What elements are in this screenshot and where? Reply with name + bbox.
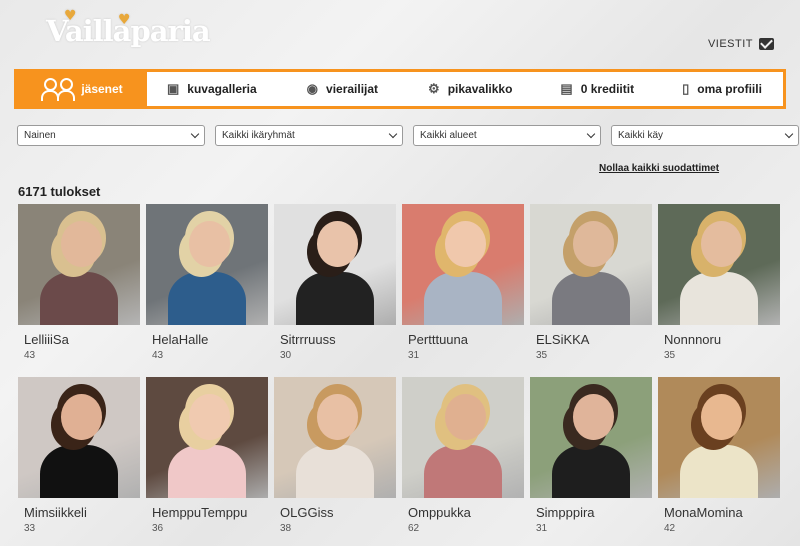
eye-icon: ◉ [306, 81, 319, 96]
member-age: 33 [24, 523, 36, 534]
messages-link[interactable]: VIESTIT [708, 38, 774, 50]
member-card[interactable]: HemppuTemppu 36 [146, 377, 268, 541]
member-name[interactable]: Pertttuuna [402, 332, 524, 347]
gear-icon: ⚙ [428, 81, 440, 96]
nav-label: 0 krediitit [580, 82, 635, 96]
nav-label: pikavalikko [447, 82, 513, 96]
profile-icon: ▯ [682, 81, 690, 96]
member-card[interactable]: MonaMomina 42 [658, 377, 780, 541]
member-age: 62 [408, 523, 420, 534]
select-value: Kaikki ikäryhmät [222, 130, 295, 141]
member-photo[interactable] [658, 377, 780, 498]
results-count: 6171 tulokset [18, 184, 101, 199]
member-age: 38 [280, 523, 292, 534]
member-card[interactable]: OLGGiss 38 [274, 377, 396, 541]
member-photo[interactable] [402, 377, 524, 498]
chevron-down-icon [586, 129, 596, 139]
member-card[interactable]: Mimsiikkeli 33 [18, 377, 140, 541]
member-name[interactable]: Simpppira [530, 505, 652, 520]
nav-label: jäsenet [81, 82, 123, 96]
member-photo[interactable] [18, 377, 140, 498]
member-photo[interactable] [146, 377, 268, 498]
member-card[interactable]: ELSiKKA 35 [530, 204, 652, 368]
member-photo[interactable] [530, 377, 652, 498]
nav-label: vierailijat [326, 82, 379, 96]
visit-select[interactable]: Kaikki käy [611, 125, 799, 146]
member-age: 42 [664, 523, 676, 534]
select-value: Nainen [24, 130, 56, 141]
people-icon [41, 78, 76, 101]
chevron-down-icon [784, 129, 794, 139]
coins-icon: ▤ [560, 81, 573, 96]
member-name[interactable]: OLGGiss [274, 505, 396, 520]
member-name[interactable]: MonaMomina [658, 505, 780, 520]
member-card[interactable]: Omppukka 62 [402, 377, 524, 541]
member-photo[interactable] [274, 377, 396, 498]
member-photo[interactable] [274, 204, 396, 325]
member-photo[interactable] [530, 204, 652, 325]
member-age: 35 [664, 350, 676, 361]
member-name[interactable]: HelaHalle [146, 332, 268, 347]
member-age: 30 [280, 350, 292, 361]
nav-label: kuvagalleria [187, 82, 257, 96]
age-select[interactable]: Kaikki ikäryhmät [215, 125, 403, 146]
gallery-icon: ▣ [167, 81, 180, 96]
member-age: 43 [24, 350, 36, 361]
region-select[interactable]: Kaikki alueet [413, 125, 601, 146]
nav-tab-visitors[interactable]: ◉ vierailijat [291, 72, 394, 106]
member-age: 36 [152, 523, 164, 534]
member-name[interactable]: Mimsiikkeli [18, 505, 140, 520]
envelope-icon [759, 38, 774, 50]
member-card[interactable]: LelliiiSa 43 [18, 204, 140, 368]
nav-tab-gallery[interactable]: ▣ kuvagalleria [151, 72, 273, 106]
member-card[interactable]: Sitrrruuss 30 [274, 204, 396, 368]
member-age: 31 [536, 523, 548, 534]
nav-tab-members[interactable]: jäsenet [17, 72, 147, 106]
gender-select[interactable]: Nainen [17, 125, 205, 146]
member-name[interactable]: Omppukka [402, 505, 524, 520]
nav-label: oma profiili [697, 82, 762, 96]
reset-filters-link[interactable]: Nollaa kaikki suodattimet [599, 163, 719, 174]
messages-label: VIESTIT [707, 38, 753, 50]
member-grid: LelliiiSa 43 HelaHalle 43 Sitrrruuss 30 Per… [18, 204, 780, 541]
member-age: 31 [408, 350, 420, 361]
filter-bar: Nainen Kaikki ikäryhmät Kaikki alueet Ka… [17, 125, 799, 146]
member-name[interactable]: Nonnnoru [658, 332, 780, 347]
member-age: 43 [152, 350, 164, 361]
nav-tab-quickmenu[interactable]: ⚙ pikavalikko [412, 72, 528, 106]
member-name[interactable]: LelliiiSa [18, 332, 140, 347]
member-name[interactable]: HemppuTemppu [146, 505, 268, 520]
member-card[interactable]: Nonnnoru 35 [658, 204, 780, 368]
nav-tab-credits[interactable]: ▤ 0 krediitit [544, 72, 650, 106]
site-logo[interactable]: ♥ ♥ Vaillaparia [46, 8, 211, 48]
heart-icon: ♥ [118, 12, 131, 28]
select-value: Kaikki alueet [420, 130, 477, 141]
member-photo[interactable] [402, 204, 524, 325]
chevron-down-icon [190, 129, 200, 139]
member-card[interactable]: Pertttuuna 31 [402, 204, 524, 368]
member-card[interactable]: HelaHalle 43 [146, 204, 268, 368]
nav-tab-profile[interactable]: ▯ oma profiili [666, 72, 778, 106]
member-name[interactable]: Sitrrruuss [274, 332, 396, 347]
chevron-down-icon [388, 129, 398, 139]
member-name[interactable]: ELSiKKA [530, 332, 652, 347]
heart-icon: ♥ [64, 8, 77, 24]
member-card[interactable]: Simpppira 31 [530, 377, 652, 541]
member-age: 35 [536, 350, 548, 361]
member-photo[interactable] [18, 204, 140, 325]
main-nav: jäsenet ▣ kuvagalleria ◉ vierailijat ⚙ p… [14, 69, 786, 109]
member-photo[interactable] [658, 204, 780, 325]
select-value: Kaikki käy [618, 130, 664, 141]
member-photo[interactable] [146, 204, 268, 325]
